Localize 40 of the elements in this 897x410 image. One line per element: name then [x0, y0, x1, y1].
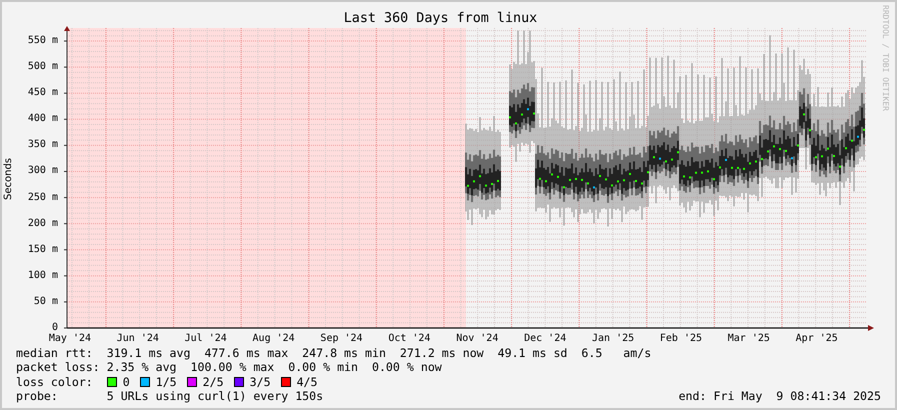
chart-title: Last 360 Days from linux	[344, 11, 538, 26]
axis-title: Seconds	[3, 158, 15, 200]
axis-tick-label: 250 m	[28, 192, 58, 204]
legend-text: 319.1 ms avg 477.6 ms max 247.8 ms min 271.2 ms now 49.1 ms sd 6.5 am/s	[106, 346, 652, 360]
end-time: end: Fri May 9 08:41:34 2025	[678, 388, 881, 404]
legend-text: 4/5	[296, 374, 318, 389]
axis-tick-label: 150 m	[28, 244, 58, 256]
legend-text: 2.35 % avg 100.00 % max 0.00 % min 0.00 % now	[106, 360, 442, 375]
axis-tick-label: May '24	[48, 332, 92, 346]
legend-text: 0	[122, 374, 130, 389]
legend-label: packet loss:	[16, 360, 101, 375]
axis-tick-label: Apr '25	[796, 332, 838, 346]
axis-tick-label: Nov '24	[456, 332, 498, 346]
axis-tick-label: Sep '24	[320, 332, 363, 346]
axis-tick-label: 0	[52, 322, 58, 334]
axis-tick-label: 100 m	[28, 270, 58, 282]
axis-tick-label: 550 m	[28, 35, 58, 48]
axis-tick-label: 500 m	[28, 61, 58, 74]
axis-tick-label: Jun '24	[116, 332, 159, 346]
legend-label: probe:	[16, 388, 59, 404]
axis-tick-label: Feb '25	[660, 332, 702, 346]
legend-text: 3/5	[250, 374, 271, 389]
axis-tick-label: Oct '24	[388, 332, 430, 346]
axis-tick-label: 350 m	[28, 139, 58, 152]
legend-text: 2/5	[202, 374, 224, 389]
axis-tick-label: Jul '24	[184, 332, 227, 346]
axis-tick-label: Jan '25	[592, 332, 634, 346]
axis-tick-label: 450 m	[28, 87, 58, 100]
axis-tick-label: 200 m	[28, 218, 58, 230]
legend-text: 1/5	[156, 374, 177, 389]
axis-tick-label: 50 m	[34, 296, 58, 308]
legend-label: loss color:	[16, 374, 94, 389]
axis-tick-label: 300 m	[28, 165, 58, 178]
axis-tick-label: Mar '25	[728, 332, 770, 346]
credit-text: RRDTOOL / TOBI OETIKER	[880, 5, 890, 113]
legend-text: 5 URLs using curl(1) every 150s	[106, 388, 324, 404]
axis-tick-label: 400 m	[28, 113, 58, 126]
axis-tick-label: Dec '24	[524, 332, 566, 346]
legend-label: median rtt:	[16, 346, 94, 360]
axis-tick-label: Aug '24	[252, 332, 295, 346]
